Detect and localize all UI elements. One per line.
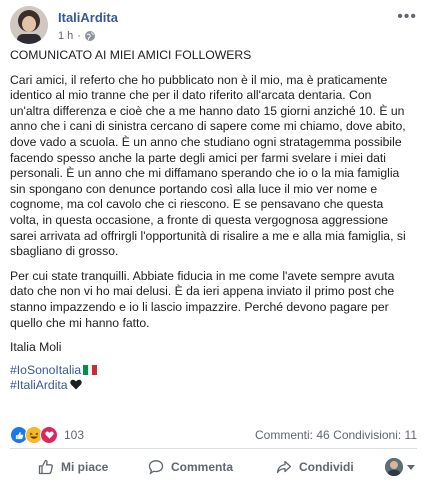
chevron-down-icon [407,464,415,470]
post-paragraph-2: Per cui state tranquilli. Abbiate fiduci… [10,268,395,330]
love-reaction-icon [40,426,58,444]
reaction-as-selector[interactable] [385,454,415,480]
post-paragraph-1: Cari amici, il referto che ho pubblicato… [10,72,406,259]
globe-icon [84,31,95,41]
post-signature: Italia Moli [10,340,62,355]
black-heart-icon [69,379,82,390]
hashtag-italiardita[interactable]: #ItaliArdita [10,378,414,394]
divider [10,448,417,449]
avatar-image [10,6,48,44]
thumbs-up-icon [38,459,53,475]
author-avatar[interactable] [10,6,48,44]
share-button[interactable]: Condividi [276,454,354,480]
post-meta: 1 h · [58,30,95,42]
shares-count[interactable]: Condivisioni: 11 [333,428,417,442]
reactions-bar: 103 Commenti: 46 Condivisioni: 11 [10,426,417,444]
comment-button[interactable]: Commenta [148,454,233,480]
reactions-count[interactable]: 103 [64,428,84,442]
post-header: ItaliArdita 1 h · ••• [10,6,417,44]
share-arrow-icon [276,460,292,474]
post-actions: Mi piace Commenta Condividi [10,454,417,480]
italy-flag-icon [83,364,98,375]
post-headline: COMUNICATO AI MIEI AMICI FOLLOWERS [10,48,252,62]
more-options-icon[interactable]: ••• [397,8,417,26]
meta-separator: · [77,30,81,42]
post-time[interactable]: 1 h [58,30,73,42]
viewer-avatar [385,458,403,476]
post-body: COMUNICATO AI MIEI AMICI FOLLOWERS Cari … [10,48,414,394]
like-button[interactable]: Mi piace [38,454,108,480]
comments-count[interactable]: Commenti: 46 [255,428,330,442]
hashtag-text: #ItaliArdita [10,378,68,393]
comment-label: Commenta [171,460,234,474]
hashtag-text: #IoSonoItalia [10,362,82,377]
like-label: Mi piace [61,460,109,474]
hashtag-iosonoitalia[interactable]: #IoSonoItalia [10,363,414,379]
author-name[interactable]: ItaliArdita [58,10,118,25]
share-label: Condividi [299,460,354,474]
reaction-icons[interactable] [10,426,58,444]
speech-bubble-icon [148,460,164,475]
facebook-post: ItaliArdita 1 h · ••• COMUNICATO AI MIEI… [0,0,427,489]
